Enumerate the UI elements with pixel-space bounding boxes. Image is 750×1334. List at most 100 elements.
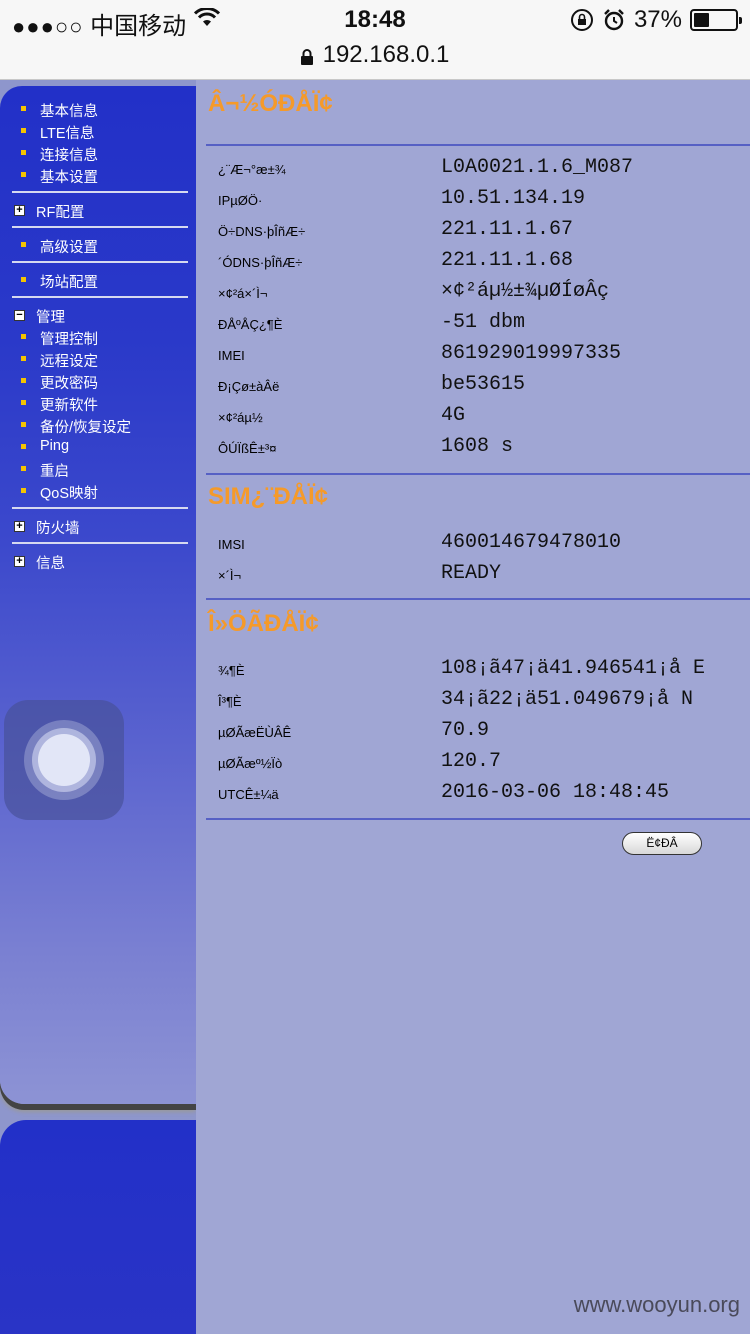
sidebar-item-lte-info[interactable]: LTE信息 bbox=[0, 120, 192, 142]
battery-level bbox=[694, 13, 709, 27]
assistive-ring bbox=[38, 734, 90, 786]
bullet-icon bbox=[21, 277, 26, 282]
table-row: ¿¨Æ¬°æ±¾ L0A0021.1.6_M087 bbox=[196, 154, 750, 185]
lock-icon bbox=[300, 49, 313, 65]
field-label: IMEI bbox=[218, 348, 245, 363]
table-row: ×¢²á×´Ì¬ ×¢²áµ½±¾µØÍøÂç bbox=[196, 278, 750, 309]
bullet-icon bbox=[21, 466, 26, 471]
bullet-icon bbox=[21, 422, 26, 427]
sidebar-item-update-software[interactable]: 更新软件 bbox=[0, 392, 192, 414]
battery-percent: 37% bbox=[633, 6, 682, 33]
alarm-icon bbox=[604, 9, 624, 31]
table-row: µØÃæËÙÂÊ 70.9 bbox=[196, 717, 750, 748]
divider bbox=[206, 473, 750, 475]
sidebar-item-change-password[interactable]: 更改密码 bbox=[0, 370, 192, 392]
field-label: IMSI bbox=[218, 537, 245, 552]
field-label: µØÃæº½Ïò bbox=[218, 756, 283, 771]
field-label: µØÃæËÙÂÊ bbox=[218, 725, 292, 740]
field-label: Ð¡Çø±àÂë bbox=[218, 379, 280, 394]
field-label: IPµØÖ· bbox=[218, 193, 263, 208]
refresh-button[interactable]: Ë¢ÐÂ bbox=[622, 832, 702, 855]
table-row: IMEI 861929019997335 bbox=[196, 340, 750, 371]
status-bar: ●●●○○ 中国移动 18:48 37% bbox=[0, 0, 750, 40]
table-row: ÔÚÏßÊ±³¤ 1608 s bbox=[196, 433, 750, 464]
field-label: ×¢²á×´Ì¬ bbox=[218, 286, 268, 301]
sidebar-item-advanced[interactable]: 高级设置 bbox=[0, 234, 192, 256]
field-value: 1608 s bbox=[441, 435, 514, 458]
field-label: ´ÓDNS·þÎñÆ÷ bbox=[218, 255, 303, 270]
field-value: 10.51.134.19 bbox=[441, 187, 586, 210]
section-title-connection: Â¬½ÓÐÅÏ¢ bbox=[208, 90, 333, 117]
expand-icon[interactable]: + bbox=[14, 521, 25, 532]
sidebar-group-info[interactable]: + 信息 bbox=[0, 550, 192, 572]
sidebar-item-reboot[interactable]: 重启 bbox=[0, 458, 192, 480]
field-label: ÐÅºÅÇ¿¶È bbox=[218, 317, 283, 332]
expand-icon[interactable]: + bbox=[14, 205, 25, 216]
bullet-icon bbox=[21, 128, 26, 133]
field-value: 34¡ã22¡ä51.049679¡å N bbox=[441, 688, 694, 711]
divider bbox=[12, 191, 188, 193]
collapse-icon[interactable]: − bbox=[14, 310, 25, 321]
assistive-touch-button[interactable] bbox=[4, 700, 124, 820]
table-row: ×´Ì¬ READY bbox=[196, 560, 750, 591]
watermark: www.wooyun.org bbox=[573, 1292, 740, 1317]
divider bbox=[206, 144, 750, 146]
field-value: L0A0021.1.6_M087 bbox=[441, 156, 634, 179]
bullet-icon bbox=[21, 106, 26, 111]
divider bbox=[12, 261, 188, 263]
sidebar-group-manage[interactable]: − 管理 bbox=[0, 304, 192, 326]
field-value: 221.11.1.67 bbox=[441, 218, 574, 241]
table-row: IMSI 460014679478010 bbox=[196, 529, 750, 560]
field-value: READY bbox=[441, 562, 502, 585]
table-row: µØÃæº½Ïò 120.7 bbox=[196, 748, 750, 779]
right-status: 37% bbox=[570, 6, 742, 34]
divider bbox=[12, 296, 188, 298]
section-title-sim: SIM¿¨ÐÅÏ¢ bbox=[208, 483, 328, 510]
battery-icon bbox=[690, 9, 742, 31]
field-value: ×¢²áµ½±¾µØÍøÂç bbox=[441, 280, 610, 303]
bullet-icon bbox=[21, 400, 26, 405]
field-value: 70.9 bbox=[441, 719, 490, 742]
bullet-icon bbox=[21, 172, 26, 177]
field-label: ¾¶È bbox=[218, 663, 245, 678]
sidebar-item-site-config[interactable]: 场站配置 bbox=[0, 269, 192, 291]
divider bbox=[206, 598, 750, 600]
sidebar-item-ping[interactable]: Ping bbox=[0, 436, 192, 458]
main-content: Â¬½ÓÐÅÏ¢ ¿¨Æ¬°æ±¾ L0A0021.1.6_M087 IPµØÖ· 1… bbox=[196, 80, 750, 1334]
field-label: Î³¶È bbox=[218, 694, 242, 709]
bullet-icon bbox=[21, 356, 26, 361]
expand-icon[interactable]: + bbox=[14, 556, 25, 567]
bullet-icon bbox=[21, 150, 26, 155]
sidebar-item-connection-info[interactable]: 连接信息 bbox=[0, 142, 192, 164]
bullet-icon bbox=[21, 444, 26, 449]
address-bar[interactable]: 192.168.0.1 bbox=[0, 40, 750, 80]
sidebar-lower-panel bbox=[0, 1120, 196, 1334]
table-row: ×¢²áµ½ 4G bbox=[196, 402, 750, 433]
sidebar-item-basic-settings[interactable]: 基本设置 bbox=[0, 164, 192, 186]
url-text[interactable]: 192.168.0.1 bbox=[323, 40, 450, 70]
table-row: Î³¶È 34¡ã22¡ä51.049679¡å N bbox=[196, 686, 750, 717]
field-value: 4G bbox=[441, 404, 466, 427]
bullet-icon bbox=[21, 378, 26, 383]
bullet-icon bbox=[21, 488, 26, 493]
bullet-icon bbox=[21, 242, 26, 247]
bullet-icon bbox=[21, 334, 26, 339]
sidebar-item-backup-restore[interactable]: 备份/恢复设定 bbox=[0, 414, 192, 436]
field-label: ¿¨Æ¬°æ±¾ bbox=[218, 162, 286, 177]
sidebar-item-qos-mapping[interactable]: QoS映射 bbox=[0, 480, 192, 502]
sidebar-group-rf[interactable]: + RF配置 bbox=[0, 199, 192, 221]
section-title-location: Î»ÖÃÐÅÏ¢ bbox=[208, 610, 319, 637]
sidebar-item-basic-info[interactable]: 基本信息 bbox=[0, 98, 192, 120]
field-label: ×´Ì¬ bbox=[218, 568, 242, 583]
table-row: Ð¡Çø±àÂë be53615 bbox=[196, 371, 750, 402]
field-label: UTCÊ±¼ä bbox=[218, 787, 279, 802]
sidebar-group-firewall[interactable]: + 防火墙 bbox=[0, 515, 192, 537]
sidebar-item-remote-settings[interactable]: 远程设定 bbox=[0, 348, 192, 370]
table-row: UTCÊ±¼ä 2016-03-06 18:48:45 bbox=[196, 779, 750, 810]
sidebar: 基本信息 LTE信息 连接信息 基本设置 + RF配置 高级设置 场站配置 − 管理… bbox=[0, 80, 196, 1334]
divider bbox=[12, 226, 188, 228]
table-row: Ö÷DNS·þÎñÆ÷ 221.11.1.67 bbox=[196, 216, 750, 247]
sidebar-item-manage-control[interactable]: 管理控制 bbox=[0, 326, 192, 348]
divider bbox=[12, 507, 188, 509]
field-label: ÔÚÏßÊ±³¤ bbox=[218, 441, 277, 456]
